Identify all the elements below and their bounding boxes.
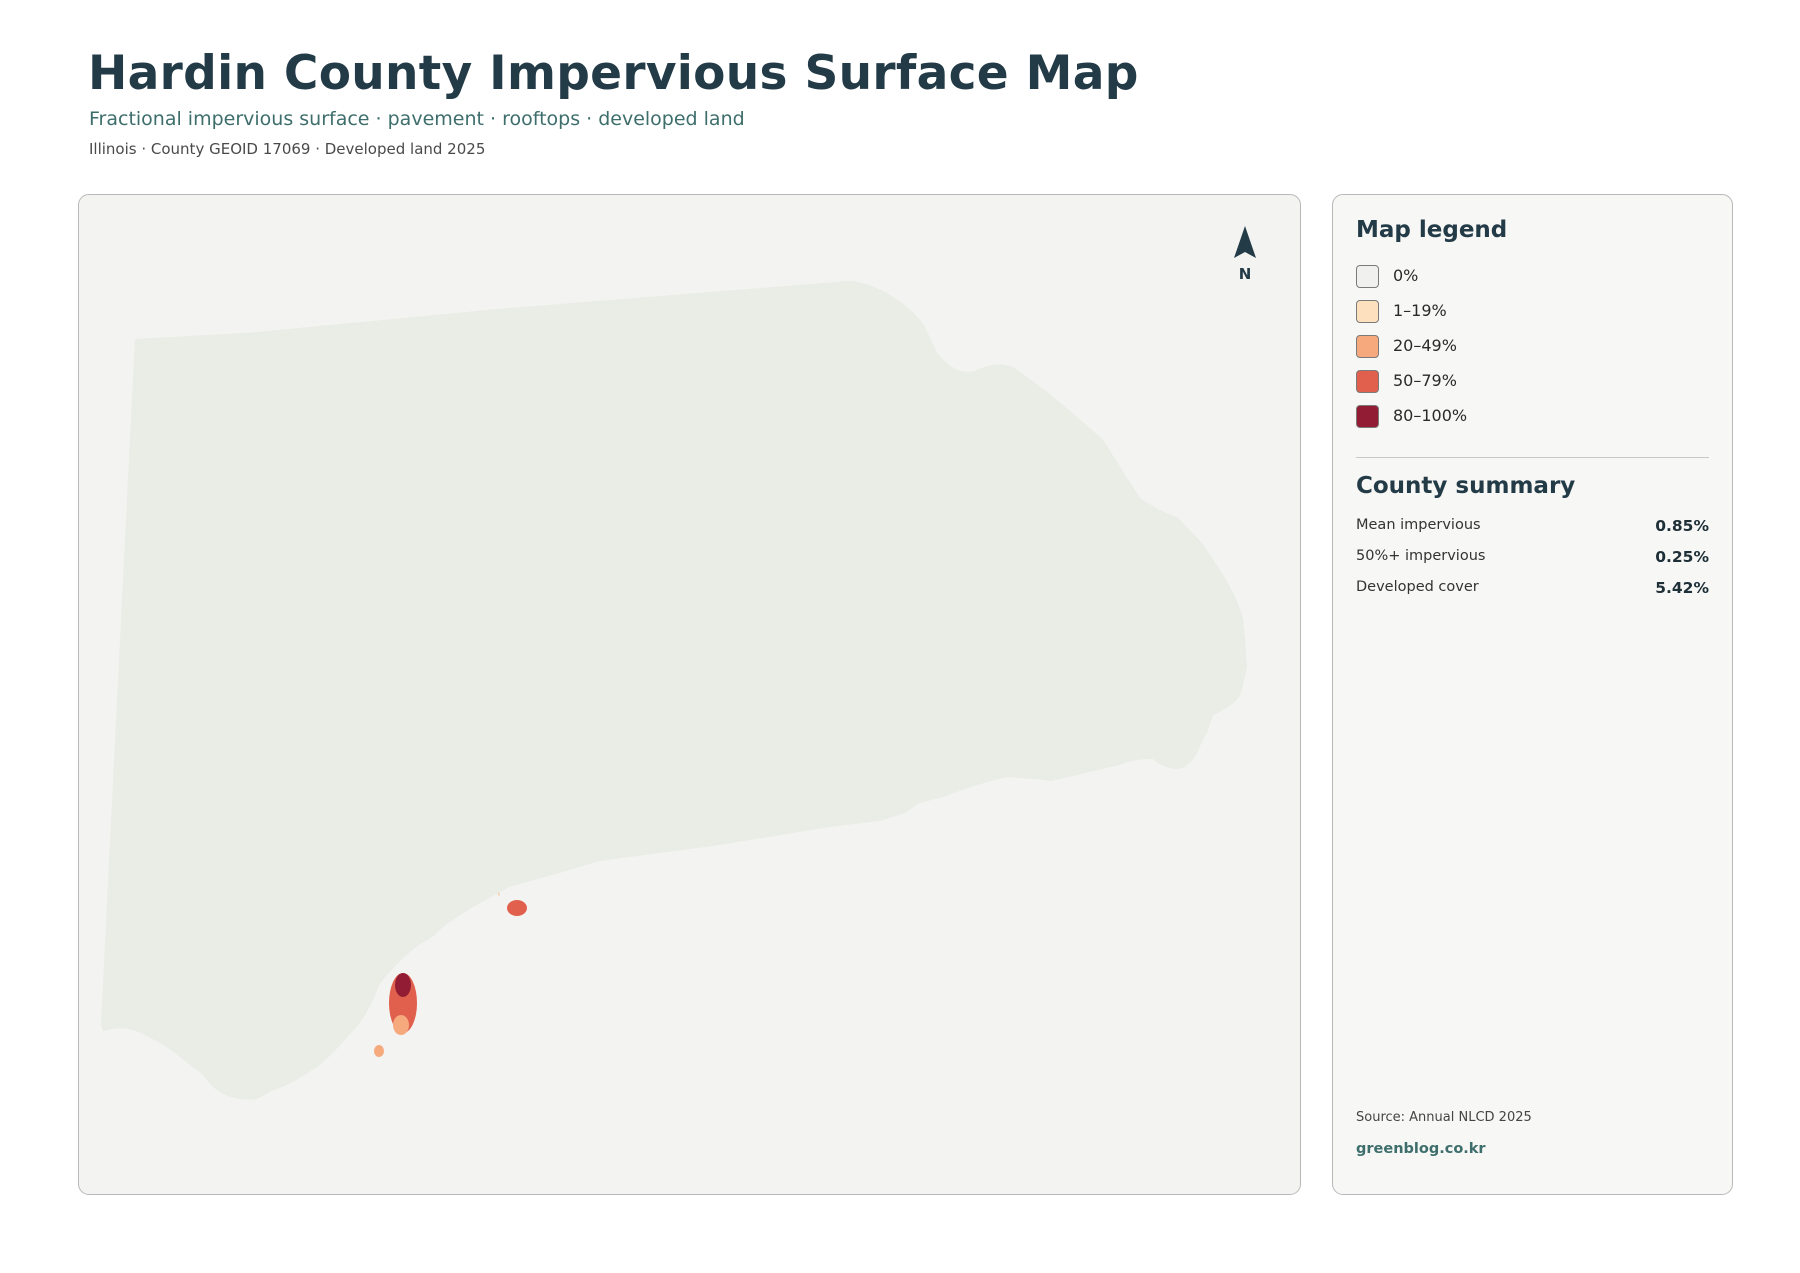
summary-row: Mean impervious 0.85% [1356,517,1709,537]
legend-item: 1–19% [1356,300,1696,324]
page-title: Hardin County Impervious Surface Map [88,46,1139,101]
map-panel[interactable]: N [78,194,1301,1195]
summary-row: Developed cover 5.42% [1356,579,1709,599]
summary-label: 50%+ impervious [1356,548,1486,564]
summary-label: Mean impervious [1356,517,1481,533]
source-note: Source: Annual NLCD 2025 [1356,1110,1532,1125]
page-subtitle: Fractional impervious surface · pavement… [89,108,745,130]
legend-label: 80–100% [1393,406,1468,425]
panel-divider [1356,457,1709,458]
legend-label: 0% [1393,266,1419,285]
legend-item: 80–100% [1356,405,1696,429]
legend-label: 50–79% [1393,371,1457,390]
summary-value: 5.42% [1655,579,1709,597]
legend-swatch [1356,265,1379,288]
county-outline [101,281,1247,1099]
summary-heading: County summary [1356,473,1576,499]
legend-panel: Map legend 0% 1–19% 20–49% 50–79% 80–100… [1332,194,1733,1195]
page-meta: Illinois · County GEOID 17069 · Develope… [89,140,486,158]
legend-swatch [1356,405,1379,428]
north-label: N [1239,265,1252,283]
summary-label: Developed cover [1356,579,1479,595]
legend-swatch [1356,300,1379,323]
legend-heading: Map legend [1356,217,1508,243]
legend-item: 0% [1356,265,1696,289]
legend-label: 20–49% [1393,336,1457,355]
legend-item: 50–79% [1356,370,1696,394]
summary-row: 50%+ impervious 0.25% [1356,548,1709,568]
legend-label: 1–19% [1393,301,1447,320]
county-map: N [79,226,1256,1195]
north-arrow-icon [1234,226,1256,258]
legend-item: 20–49% [1356,335,1696,359]
summary-value: 0.25% [1655,548,1709,566]
legend-swatch [1356,370,1379,393]
credit-link[interactable]: greenblog.co.kr [1356,1141,1486,1157]
legend-swatch [1356,335,1379,358]
summary-value: 0.85% [1655,517,1709,535]
north-arrow: N [1234,226,1256,283]
